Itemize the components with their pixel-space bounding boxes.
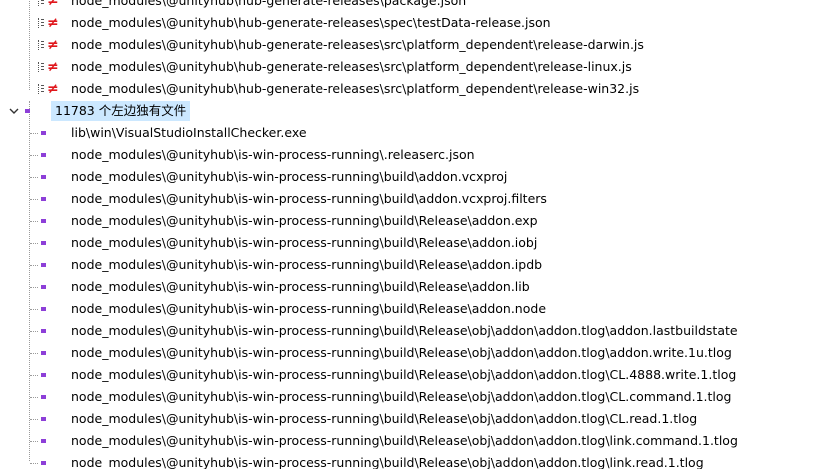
file-path: node_modules\@unityhub\hub-generate-rele…: [71, 59, 632, 74]
tree-guide-line: [30, 397, 38, 398]
tree-guide-line: [30, 353, 38, 354]
file-path: node_modules\@unityhub\is-win-process-ru…: [71, 235, 538, 250]
tree-row-left-only[interactable]: node_modules\@unityhub\is-win-process-ru…: [0, 408, 822, 430]
file-path: node_modules\@unityhub\hub-generate-rele…: [71, 0, 467, 8]
file-path: node_modules\@unityhub\is-win-process-ru…: [71, 455, 704, 469]
tree-row-left-only[interactable]: lib\win\VisualStudioInstallChecker.exe: [0, 122, 822, 144]
tree-guide-line: [30, 331, 38, 332]
file-path: node_modules\@unityhub\is-win-process-ru…: [71, 433, 738, 448]
tree-row-left-only[interactable]: node_modules\@unityhub\is-win-process-ru…: [0, 144, 822, 166]
left-only-bullet-icon: [25, 109, 30, 113]
tree-row-left-only[interactable]: node_modules\@unityhub\is-win-process-ru…: [0, 166, 822, 188]
left-only-bullet-icon: [41, 131, 46, 135]
tree-row-left-only[interactable]: node_modules\@unityhub\is-win-process-ru…: [0, 254, 822, 276]
not-equal-icon: ≠: [38, 37, 60, 53]
tree-group-left-only[interactable]: 11783 个左边独有文件: [0, 100, 822, 122]
not-equal-icon: ≠: [38, 15, 60, 31]
tree-row-left-only[interactable]: node_modules\@unityhub\is-win-process-ru…: [0, 452, 822, 469]
tree-row-diff[interactable]: ≠ node_modules\@unityhub\hub-generate-re…: [0, 56, 822, 78]
tree-guide-line: [30, 221, 38, 222]
left-only-bullet-icon: [41, 373, 46, 377]
left-only-bullet-icon: [41, 197, 46, 201]
tree-guide-line: [30, 309, 38, 310]
chevron-down-icon[interactable]: [8, 100, 20, 122]
file-path: node_modules\@unityhub\hub-generate-rele…: [71, 37, 644, 52]
tree-row-diff[interactable]: ≠ node_modules\@unityhub\hub-generate-re…: [0, 34, 822, 56]
file-path: node_modules\@unityhub\is-win-process-ru…: [71, 279, 530, 294]
file-path: node_modules\@unityhub\is-win-process-ru…: [71, 257, 543, 272]
left-only-bullet-icon: [41, 329, 46, 333]
left-only-bullet-icon: [41, 307, 46, 311]
tree-guide-line: [30, 419, 38, 420]
file-path: node_modules\@unityhub\is-win-process-ru…: [71, 367, 737, 382]
left-only-bullet-icon: [41, 219, 46, 223]
not-equal-icon: ≠: [38, 59, 60, 75]
file-path: node_modules\@unityhub\hub-generate-rele…: [71, 15, 551, 30]
file-path: node_modules\@unityhub\is-win-process-ru…: [71, 213, 538, 228]
not-equal-icon: ≠: [38, 0, 60, 9]
tree-row-left-only[interactable]: node_modules\@unityhub\is-win-process-ru…: [0, 210, 822, 232]
tree-row-left-only[interactable]: node_modules\@unityhub\is-win-process-ru…: [0, 342, 822, 364]
left-only-bullet-icon: [41, 351, 46, 355]
left-only-bullet-icon: [41, 395, 46, 399]
tree-row-left-only[interactable]: node_modules\@unityhub\is-win-process-ru…: [0, 232, 822, 254]
tree-guide-line: [30, 243, 38, 244]
file-path: node_modules\@unityhub\is-win-process-ru…: [71, 169, 508, 184]
tree-guide-line: [30, 177, 38, 178]
tree-guide-line: [30, 375, 38, 376]
tree-row-left-only[interactable]: node_modules\@unityhub\is-win-process-ru…: [0, 386, 822, 408]
tree-row-left-only[interactable]: node_modules\@unityhub\is-win-process-ru…: [0, 364, 822, 386]
tree-row-left-only[interactable]: node_modules\@unityhub\is-win-process-ru…: [0, 276, 822, 298]
left-only-bullet-icon: [41, 417, 46, 421]
tree-row-left-only[interactable]: node_modules\@unityhub\is-win-process-ru…: [0, 320, 822, 342]
left-only-bullet-icon: [41, 263, 46, 267]
left-only-bullet-icon: [41, 153, 46, 157]
comparison-tree: ≠ node_modules\@unityhub\hub-generate-re…: [0, 0, 822, 469]
tree-guide-line: [30, 155, 38, 156]
tree-guide-line: [30, 199, 38, 200]
tree-row-diff[interactable]: ≠ node_modules\@unityhub\hub-generate-re…: [0, 78, 822, 100]
tree-row-left-only[interactable]: node_modules\@unityhub\is-win-process-ru…: [0, 188, 822, 210]
not-equal-icon: ≠: [38, 81, 60, 97]
file-path: node_modules\@unityhub\is-win-process-ru…: [71, 191, 547, 206]
tree-guide-line: [30, 133, 38, 134]
file-path: node_modules\@unityhub\is-win-process-ru…: [71, 389, 732, 404]
tree-guide-line: [30, 265, 38, 266]
file-path: node_modules\@unityhub\is-win-process-ru…: [71, 147, 475, 162]
group-label: 11783 个左边独有文件: [51, 101, 191, 121]
left-only-bullet-icon: [41, 285, 46, 289]
tree-guide-line: [30, 441, 38, 442]
file-path: lib\win\VisualStudioInstallChecker.exe: [71, 125, 307, 140]
file-path: node_modules\@unityhub\hub-generate-rele…: [71, 81, 640, 96]
file-path: node_modules\@unityhub\is-win-process-ru…: [71, 345, 732, 360]
left-only-bullet-icon: [41, 175, 46, 179]
file-path: node_modules\@unityhub\is-win-process-ru…: [71, 411, 698, 426]
tree-row-left-only[interactable]: node_modules\@unityhub\is-win-process-ru…: [0, 298, 822, 320]
tree-row-diff[interactable]: ≠ node_modules\@unityhub\hub-generate-re…: [0, 0, 822, 12]
tree-row-diff[interactable]: ≠ node_modules\@unityhub\hub-generate-re…: [0, 12, 822, 34]
left-only-bullet-icon: [41, 439, 46, 443]
tree-guide-line: [30, 463, 38, 464]
tree-row-left-only[interactable]: node_modules\@unityhub\is-win-process-ru…: [0, 430, 822, 452]
tree-guide-line: [30, 287, 38, 288]
left-only-bullet-icon: [41, 241, 46, 245]
left-only-bullet-icon: [41, 461, 46, 465]
file-path: node_modules\@unityhub\is-win-process-ru…: [71, 323, 738, 338]
file-path: node_modules\@unityhub\is-win-process-ru…: [71, 301, 547, 316]
